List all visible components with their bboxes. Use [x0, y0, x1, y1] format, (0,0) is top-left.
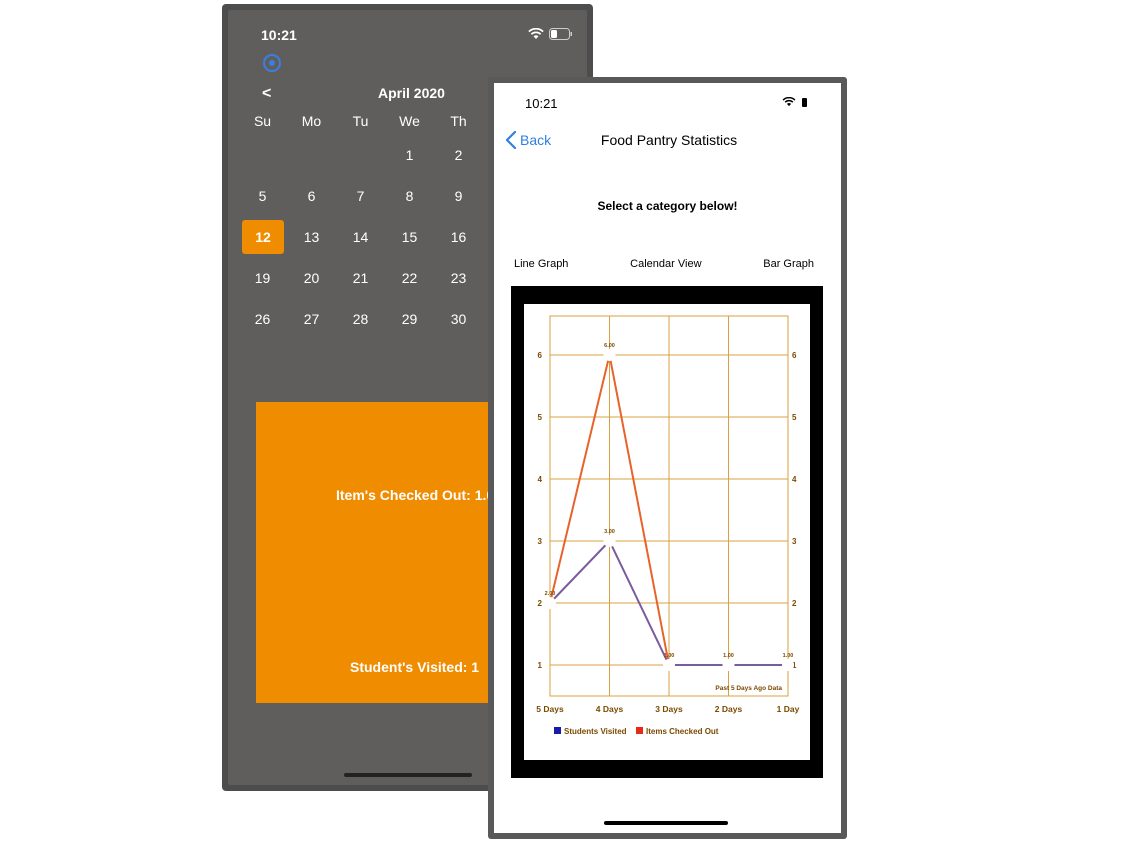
y-tick-label-left: 5: [538, 413, 543, 422]
category-prompt: Select a category below!: [597, 199, 738, 213]
calendar-day[interactable]: 23: [434, 261, 483, 295]
data-label: 3.00: [604, 529, 615, 535]
calendar-day[interactable]: 5: [238, 179, 287, 213]
calendar-day[interactable]: 12: [242, 219, 284, 254]
x-tick-label: 4 Days: [596, 704, 624, 714]
tab-calendar-view[interactable]: Calendar View: [630, 258, 701, 270]
weekday-header: Su Mo Tu We Th: [238, 113, 483, 129]
chart-frame: 1122334455665 Days 4 Days 3 Days 2 Days 1 Da…: [511, 286, 823, 778]
calendar-day[interactable]: 29: [385, 302, 434, 336]
legend-label: Students Visited: [564, 727, 627, 736]
data-point: [782, 659, 794, 671]
tab-line-graph[interactable]: Line Graph: [514, 258, 568, 270]
y-tick-label-right: 5: [792, 413, 797, 422]
y-tick-label-left: 1: [538, 661, 543, 670]
calendar-empty-cell: [287, 138, 336, 172]
statistics-phone: 10:21 Back Food Pantry Statistics Select…: [488, 77, 847, 839]
y-tick-label-left: 3: [538, 537, 543, 546]
stage: 10:21 < April 2020 Su Mo Tu We Th 1 2 5 …: [0, 0, 1124, 864]
students-visited-label: Student's Visited: 1: [350, 659, 480, 675]
data-label: 2.00: [545, 591, 556, 597]
chart-area: 1122334455665 Days 4 Days 3 Days 2 Days 1 Da…: [524, 304, 810, 760]
chart-annotation: Past 5 Days Ago Data: [715, 685, 782, 692]
wifi-icon: [782, 97, 796, 107]
weekday-label: Th: [450, 113, 467, 129]
status-icons: [528, 28, 573, 40]
calendar-day[interactable]: 2: [434, 138, 483, 172]
data-point: [544, 597, 556, 609]
status-time: 10:21: [261, 27, 297, 43]
calendar-day[interactable]: 9: [434, 179, 483, 213]
weekday-label: Tu: [352, 113, 369, 129]
y-tick-label-right: 4: [792, 475, 797, 484]
home-indicator[interactable]: [344, 773, 472, 777]
line-chart: 1 12 23 34 45 56 65 Days 4 Days 3 Days 2 Days 1 Da…: [536, 315, 800, 736]
data-label: 6.00: [604, 343, 615, 349]
calendar-day[interactable]: 8: [385, 179, 434, 213]
calendar-day[interactable]: 19: [238, 261, 287, 295]
wifi-icon: [528, 28, 544, 39]
x-tick-label: 5 Days: [536, 704, 564, 714]
data-point: [603, 535, 616, 547]
calendar-day[interactable]: 1: [385, 138, 434, 172]
legend-swatch: [554, 727, 561, 734]
weekday-label: Mo: [301, 113, 322, 129]
category-tabs: Line Graph Calendar View Bar Graph: [514, 258, 814, 270]
calendar-day[interactable]: 22: [385, 261, 434, 295]
y-tick-label-right: 2: [792, 599, 797, 608]
weekday-label: Su: [253, 113, 272, 129]
y-tick-label-left: 4: [538, 475, 543, 484]
calendar-day[interactable]: 20: [287, 261, 336, 295]
calendar-day[interactable]: 14: [336, 220, 385, 254]
data-label: 1.00: [723, 653, 734, 659]
calendar-day[interactable]: 21: [336, 261, 385, 295]
calendar-day[interactable]: 13: [287, 220, 336, 254]
calendar-empty-cell: [336, 138, 385, 172]
statistics-screen: 10:21 Back Food Pantry Statistics Select…: [494, 83, 841, 833]
weekday-label: We: [399, 113, 420, 129]
y-tick-label-left: 2: [538, 599, 543, 608]
calendar-day[interactable]: 30: [434, 302, 483, 336]
x-tick-label: 3 Days: [655, 704, 683, 714]
calendar-day[interactable]: 15: [385, 220, 434, 254]
battery-icon: [802, 97, 807, 107]
previous-month-button[interactable]: <: [262, 85, 271, 103]
data-point: [663, 659, 675, 671]
calendar-day[interactable]: 28: [336, 302, 385, 336]
home-indicator[interactable]: [604, 821, 728, 825]
y-tick-label-right: 3: [792, 537, 797, 546]
calendar-day[interactable]: 16: [434, 220, 483, 254]
x-tick-label: 1 Day: [777, 704, 800, 714]
calendar-day[interactable]: 27: [287, 302, 336, 336]
month-title: April 2020: [378, 85, 445, 101]
tab-bar-graph[interactable]: Bar Graph: [763, 258, 814, 270]
data-label: 1.00: [664, 653, 675, 659]
calendar-empty-cell: [238, 138, 287, 172]
page-title: Food Pantry Statistics: [600, 132, 738, 148]
status-time: 10:21: [525, 96, 558, 111]
calendar-day[interactable]: 6: [287, 179, 336, 213]
data-point: [603, 349, 616, 361]
battery-icon: [549, 28, 572, 40]
y-tick-label-right: 6: [792, 351, 797, 360]
status-icons: [782, 97, 807, 107]
x-tick-label: 2 Days: [715, 704, 743, 714]
calendar-day[interactable]: 26: [238, 302, 287, 336]
legend-swatch: [636, 727, 643, 734]
legend-label: Items Checked Out: [646, 727, 719, 736]
items-checked-out-label: Item's Checked Out: 1.0: [336, 487, 495, 503]
gear-icon[interactable]: [263, 54, 281, 72]
calendar-day[interactable]: 7: [336, 179, 385, 213]
data-label: 1.00: [783, 653, 794, 659]
data-point: [722, 659, 735, 671]
y-tick-label-left: 6: [538, 351, 543, 360]
